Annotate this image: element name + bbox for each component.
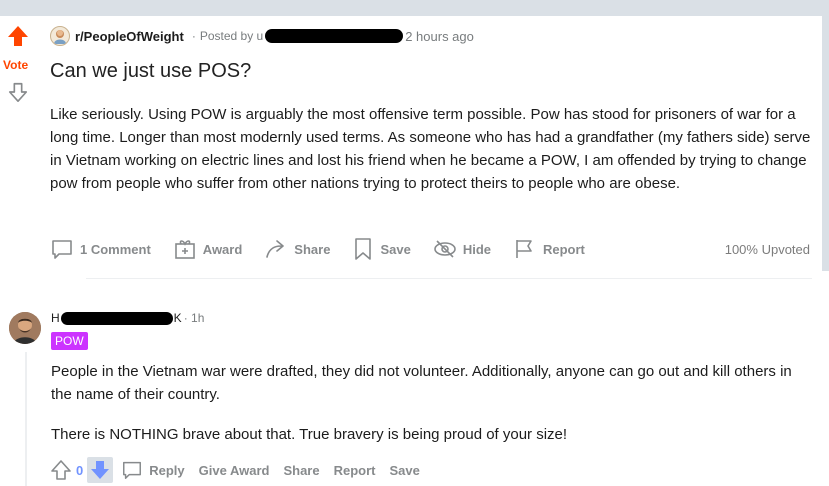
- upvote-arrow-icon[interactable]: [50, 458, 72, 482]
- downvote-arrow-icon[interactable]: [7, 80, 29, 104]
- comment-icon: [52, 240, 72, 259]
- downvote-arrow-icon: [91, 461, 110, 479]
- hide-icon: [434, 240, 456, 258]
- comment-paragraph: People in the Vietnam war were drafted, …: [51, 363, 792, 403]
- comment-time: · 1h: [183, 311, 205, 325]
- save-label: Save: [380, 241, 411, 257]
- give-award-button[interactable]: Give Award: [199, 463, 270, 478]
- post-header: r/PeopleOfWeight · Posted by u 2 hours a…: [50, 26, 474, 46]
- comment-report-button[interactable]: Report: [334, 463, 376, 478]
- separator-dot: ·: [191, 29, 196, 43]
- share-icon: [266, 240, 285, 258]
- posted-by-label: Posted by u: [199, 29, 264, 43]
- comments-button[interactable]: 1 Comment: [50, 237, 151, 261]
- comments-count-label: 1 Comment: [80, 241, 151, 257]
- award-button[interactable]: Award: [173, 237, 243, 261]
- upvote-arrow-icon[interactable]: [6, 24, 30, 48]
- post-title[interactable]: Can we just use POS?: [50, 60, 251, 83]
- top-strip: [0, 0, 829, 16]
- comment-paragraph: There is NOTHING brave about that. True …: [51, 426, 568, 443]
- comment-save-button[interactable]: Save: [389, 463, 419, 478]
- comment-score: 0: [76, 462, 84, 478]
- redacted-comment-author: [60, 311, 173, 325]
- report-icon: [516, 240, 532, 258]
- vote-label: Vote: [3, 58, 29, 72]
- right-gutter: [822, 16, 829, 271]
- comment-share-button[interactable]: Share: [283, 463, 319, 478]
- subreddit-avatar-icon[interactable]: [50, 26, 70, 46]
- post-action-bar: 1 Comment Award Share Save Hide Report 1…: [50, 234, 820, 264]
- post-divider: [86, 278, 812, 279]
- redacted-username: [265, 29, 404, 43]
- reply-icon: [123, 461, 142, 479]
- share-button[interactable]: Share: [264, 237, 330, 261]
- award-label: Award: [202, 241, 243, 257]
- upvote-ratio: 100% Upvoted: [724, 241, 810, 257]
- save-icon: [355, 238, 372, 260]
- comment-meta: H K · 1h: [51, 309, 204, 327]
- subreddit-link[interactable]: r/PeopleOfWeight: [75, 29, 184, 44]
- post-body: Like seriously. Using POW is arguably th…: [50, 106, 811, 192]
- thread-line[interactable]: [25, 352, 27, 486]
- report-button[interactable]: Report: [513, 237, 585, 261]
- report-label: Report: [542, 241, 585, 257]
- vote-rail: Vote: [0, 16, 40, 276]
- user-flair: POW: [51, 332, 88, 350]
- reply-label: Reply: [149, 462, 185, 478]
- user-avatar-icon[interactable]: [9, 312, 41, 344]
- comment-action-bar: 0 Reply Give Award Share Report Save: [50, 456, 434, 484]
- award-icon: [174, 240, 195, 259]
- share-label: Share: [294, 241, 331, 257]
- comment-author-end[interactable]: K: [174, 311, 182, 325]
- reply-button[interactable]: Reply: [121, 459, 185, 481]
- downvote-button[interactable]: [87, 457, 114, 483]
- comment-author-start[interactable]: H: [51, 311, 60, 325]
- hide-button[interactable]: Hide: [433, 237, 491, 261]
- post-card: Vote r/PeopleOfWeight · Posted by u 2 ho…: [0, 16, 829, 486]
- comment-body: People in the Vietnam war were drafted, …: [51, 360, 811, 463]
- save-button[interactable]: Save: [352, 237, 411, 261]
- post-time: 2 hours ago: [405, 28, 474, 44]
- hide-label: Hide: [462, 241, 491, 257]
